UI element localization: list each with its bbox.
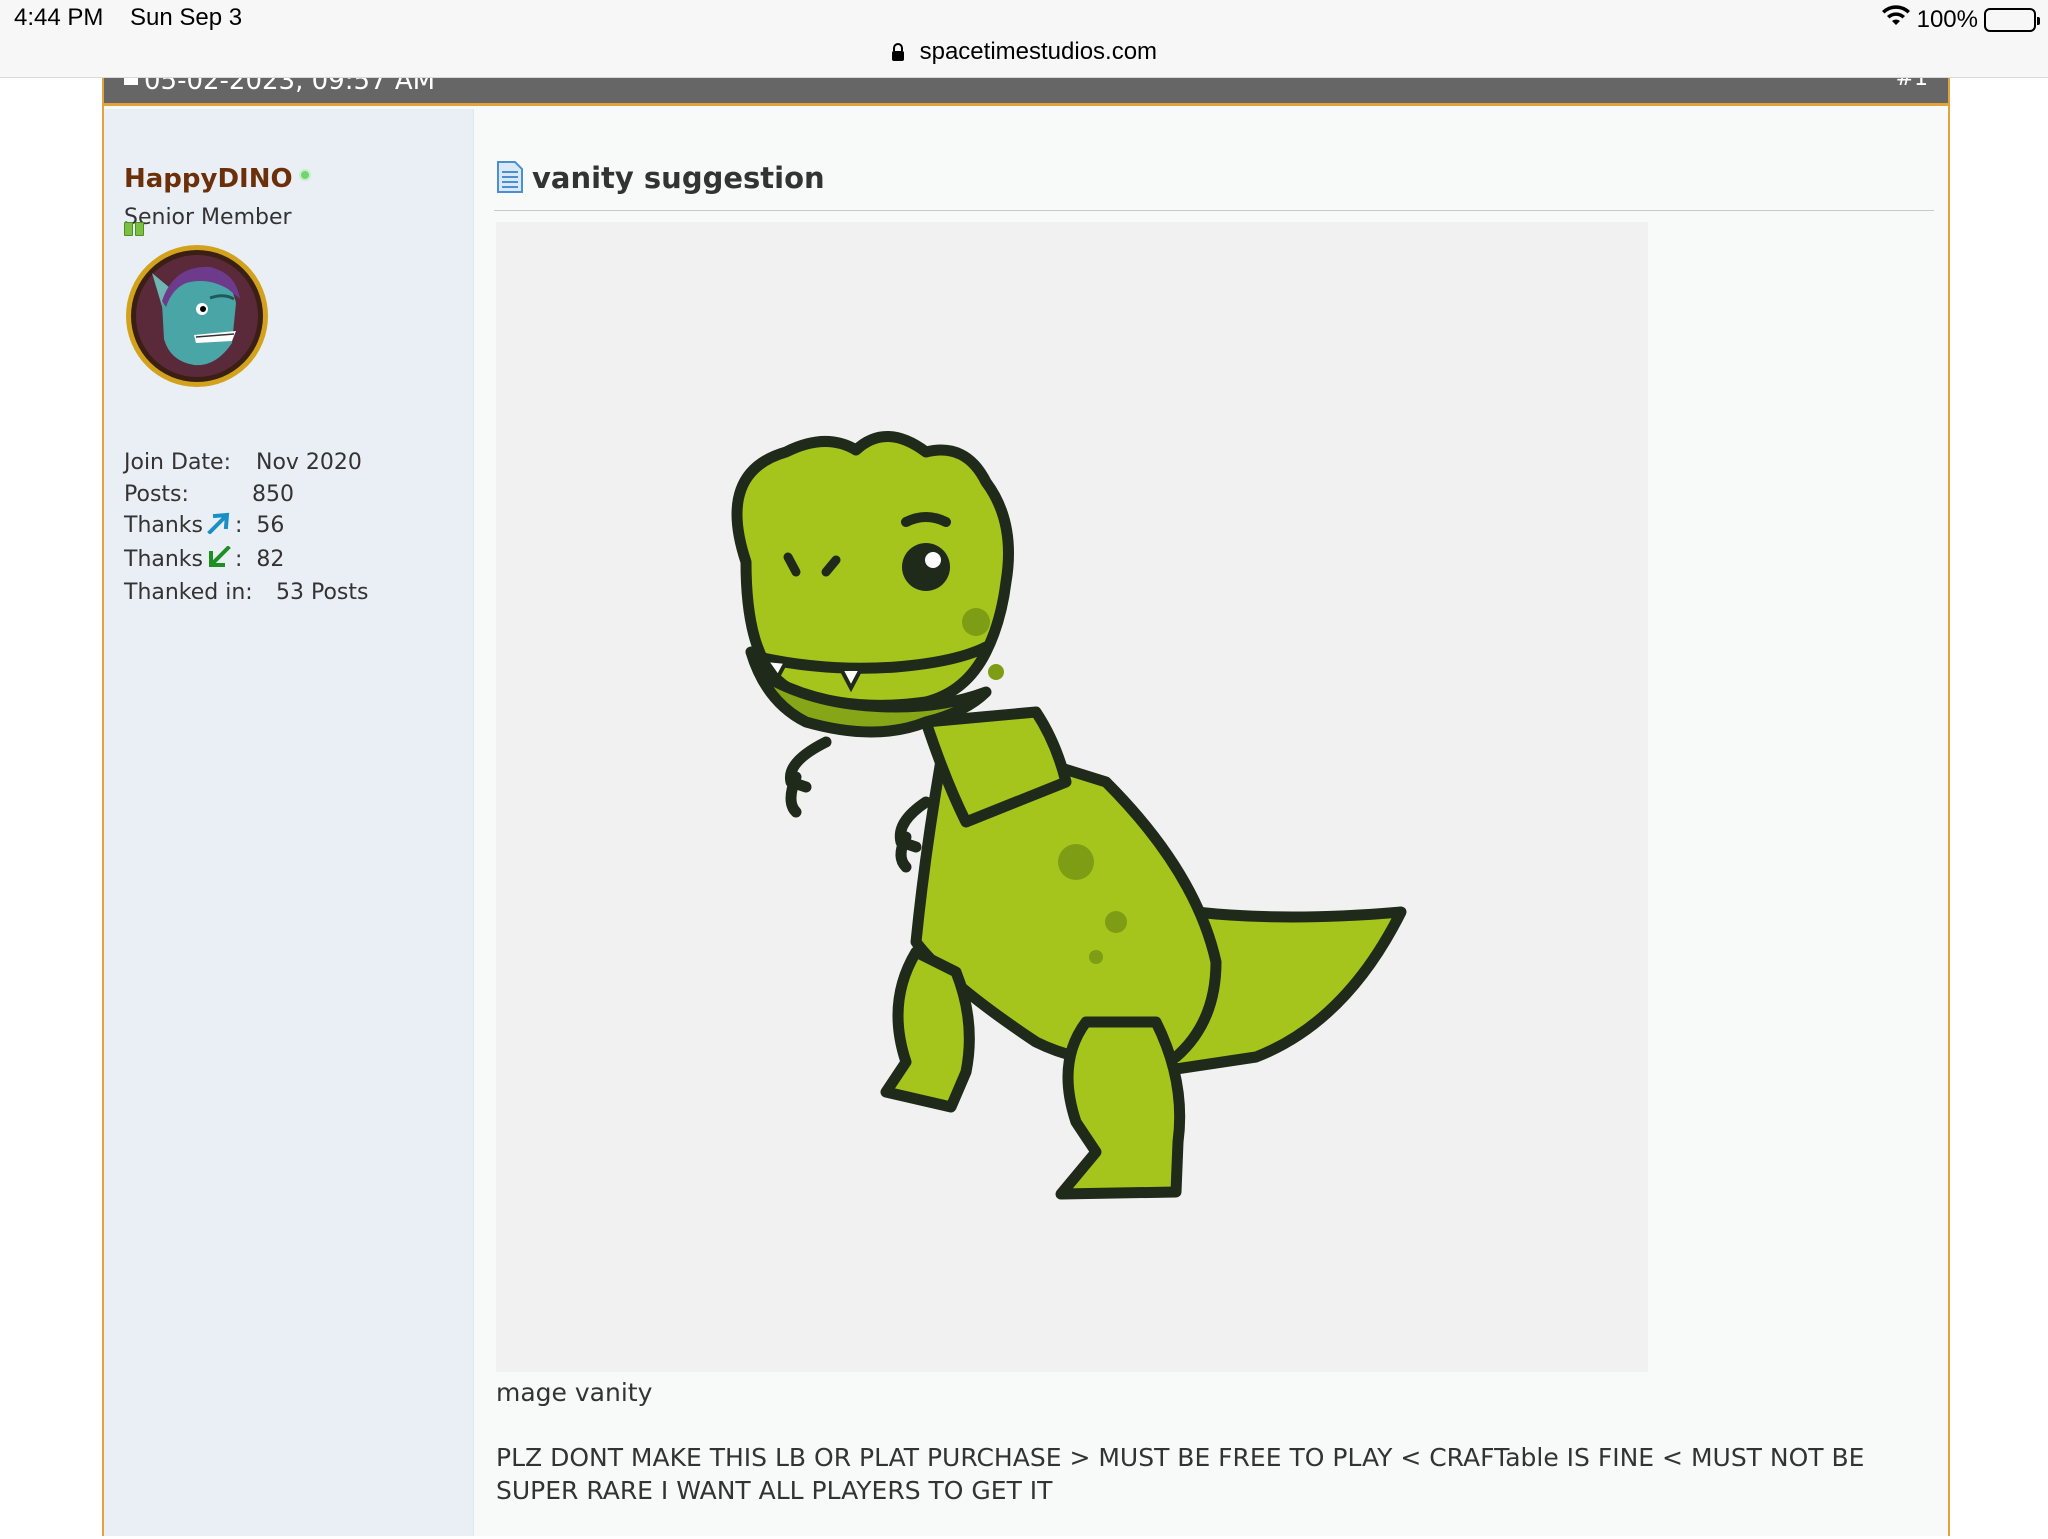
url-domain[interactable]: spacetimestudios.com bbox=[920, 38, 1157, 65]
battery-icon bbox=[1984, 7, 2040, 32]
thanks-received-colon: : bbox=[235, 546, 257, 572]
post-message-line-2: PLZ DONT MAKE THIS LB OR PLAT PURCHASE >… bbox=[496, 1443, 1865, 1505]
post-body: vanity suggestion mage vanity PLZ DONT M… bbox=[494, 109, 1934, 1536]
posts-value: 850 bbox=[252, 481, 294, 507]
online-status-icon bbox=[298, 169, 311, 181]
post-marker-icon bbox=[124, 78, 138, 85]
post-header-bar: 05-02-2023, 09:57 AM #1 bbox=[104, 78, 1948, 106]
thanks-received-label: Thanks bbox=[124, 546, 204, 572]
join-date-label: Join Date: bbox=[124, 450, 231, 475]
thanked-in-row: Thanked in: 53 Posts bbox=[124, 577, 368, 609]
thanks-given-colon: : bbox=[235, 513, 257, 538]
reputation-icon bbox=[124, 222, 144, 236]
thanks-received-row: Thanks : 82 bbox=[124, 544, 368, 578]
status-right: 100% bbox=[1881, 5, 2040, 34]
thanks-given-label: Thanks bbox=[124, 513, 204, 538]
status-time: 4:44 PM bbox=[14, 4, 104, 31]
user-stats: Join Date: Nov 2020 Posts: 850 Thanks : 56… bbox=[124, 447, 368, 609]
join-date-row: Join Date: Nov 2020 bbox=[124, 447, 368, 479]
user-avatar[interactable] bbox=[124, 243, 270, 389]
post-message-line-1: mage vanity bbox=[496, 1378, 653, 1407]
document-icon bbox=[496, 161, 524, 197]
thanks-received-value: 82 bbox=[256, 546, 285, 572]
posts-label: Posts: bbox=[124, 481, 189, 507]
status-date: Sun Sep 3 bbox=[130, 4, 243, 31]
join-date-value: Nov 2020 bbox=[256, 450, 362, 475]
user-info-panel: HappyDINO Senior Member Join Date: Nov 20… bbox=[104, 109, 474, 1536]
arrow-up-right-icon bbox=[207, 512, 231, 544]
url-bar[interactable]: spacetimestudios.com bbox=[0, 38, 2048, 68]
lock-icon bbox=[891, 40, 905, 68]
username-container: HappyDINO bbox=[124, 164, 311, 194]
post-title-row: vanity suggestion bbox=[494, 159, 1934, 211]
post-title: vanity suggestion bbox=[532, 161, 825, 195]
wifi-icon bbox=[1881, 5, 1911, 34]
username-link[interactable]: HappyDINO bbox=[124, 164, 293, 194]
user-title: Senior Member bbox=[124, 205, 292, 230]
battery-percent: 100% bbox=[1916, 5, 1978, 33]
post-date: 05-02-2023, 09:57 AM bbox=[124, 78, 435, 96]
thanked-in-value: 53 Posts bbox=[276, 580, 369, 605]
thanks-given-row: Thanks : 56 bbox=[124, 510, 368, 544]
arrow-down-left-icon bbox=[207, 544, 231, 578]
post-date-text: 05-02-2023, 09:57 AM bbox=[144, 78, 436, 96]
post-image-dinosaur[interactable] bbox=[496, 222, 1648, 1372]
post-number-link[interactable]: #1 bbox=[1896, 78, 1928, 91]
forum-post: 05-02-2023, 09:57 AM #1 HappyDINO Senior… bbox=[102, 78, 1950, 1536]
thanked-in-label: Thanked in: bbox=[124, 580, 253, 605]
thanks-given-value: 56 bbox=[256, 513, 285, 538]
posts-row: Posts: 850 bbox=[124, 479, 368, 511]
post-message: mage vanity PLZ DONT MAKE THIS LB OR PLA… bbox=[496, 1376, 1936, 1539]
